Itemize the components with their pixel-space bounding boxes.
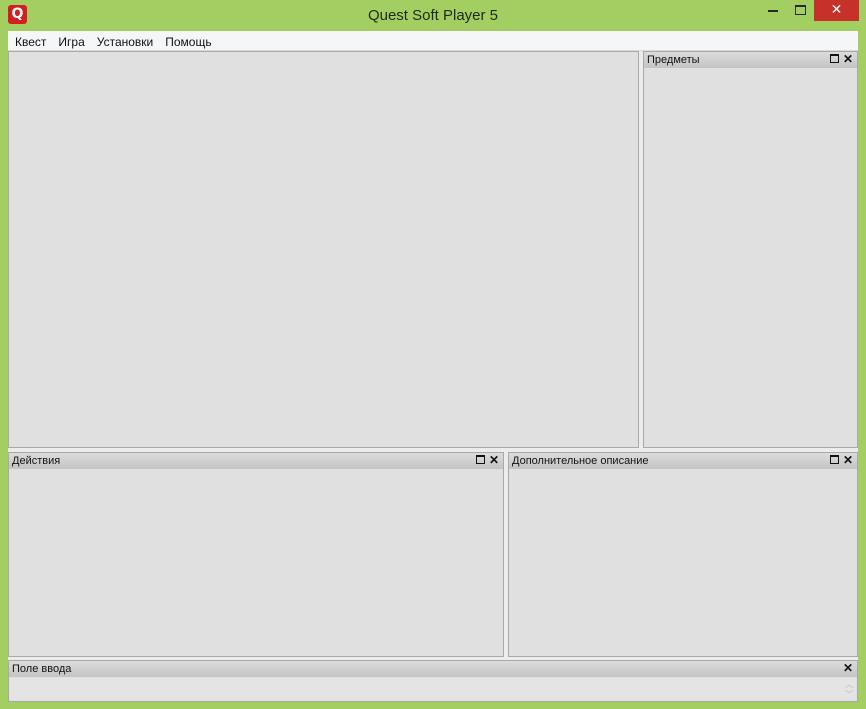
close-icon: ✕	[830, 2, 843, 18]
minimize-icon	[768, 10, 778, 12]
client-area: Предметы ✕ Действия ✕ Дополнительное опи…	[8, 51, 858, 702]
menu-item-game[interactable]: Игра	[52, 32, 90, 51]
menu-item-quest[interactable]: Квест	[9, 32, 52, 51]
title-bar: Q Quest Soft Player 5 ✕	[0, 0, 866, 30]
items-panel-close-button[interactable]: ✕	[842, 53, 854, 66]
menu-item-settings[interactable]: Установки	[91, 32, 159, 51]
actions-panel-close-button[interactable]: ✕	[488, 454, 500, 467]
scroll-down-icon[interactable]: ﹀	[843, 690, 855, 700]
maximize-icon	[795, 4, 806, 15]
close-icon: ✕	[488, 453, 500, 467]
items-panel-header: Предметы ✕	[644, 52, 857, 68]
main-description-panel[interactable]	[8, 51, 639, 448]
input-panel-title: Поле ввода	[12, 663, 72, 675]
input-panel-header: Поле ввода ✕	[9, 661, 857, 677]
extra-description-panel: Дополнительное описание ✕	[508, 452, 858, 657]
extra-description-panel-undock-button[interactable]	[828, 454, 840, 467]
input-panel: Поле ввода ✕ ︿ ﹀	[8, 660, 858, 702]
extra-description-panel-title: Дополнительное описание	[512, 455, 649, 467]
items-panel-undock-button[interactable]	[828, 53, 840, 66]
close-icon: ✕	[842, 52, 854, 66]
restore-icon	[829, 53, 839, 63]
restore-icon	[475, 454, 485, 464]
extra-description-panel-header: Дополнительное описание ✕	[509, 453, 857, 469]
input-panel-close-button[interactable]: ✕	[842, 662, 854, 675]
scroll-up-icon[interactable]: ︿	[843, 680, 855, 690]
actions-panel-undock-button[interactable]	[474, 454, 486, 467]
close-window-button[interactable]: ✕	[814, 0, 859, 21]
maximize-button[interactable]	[787, 0, 814, 21]
actions-panel: Действия ✕	[8, 452, 504, 657]
extra-description-panel-close-button[interactable]: ✕	[842, 454, 854, 467]
menu-item-help[interactable]: Помощь	[159, 32, 217, 51]
window-title: Quest Soft Player 5	[367, 7, 499, 24]
actions-panel-title: Действия	[12, 455, 61, 467]
menu-bar: Квест Игра Установки Помощь	[8, 31, 858, 51]
items-panel: Предметы ✕	[643, 51, 858, 448]
actions-panel-header: Действия ✕	[9, 453, 503, 469]
input-scrollbar[interactable]: ︿ ﹀	[843, 680, 855, 700]
close-icon: ✕	[842, 453, 854, 467]
minimize-button[interactable]	[760, 0, 786, 21]
items-panel-title: Предметы	[647, 54, 700, 66]
close-icon: ✕	[842, 661, 854, 675]
command-input-field[interactable]	[10, 678, 856, 700]
restore-icon	[829, 454, 839, 464]
